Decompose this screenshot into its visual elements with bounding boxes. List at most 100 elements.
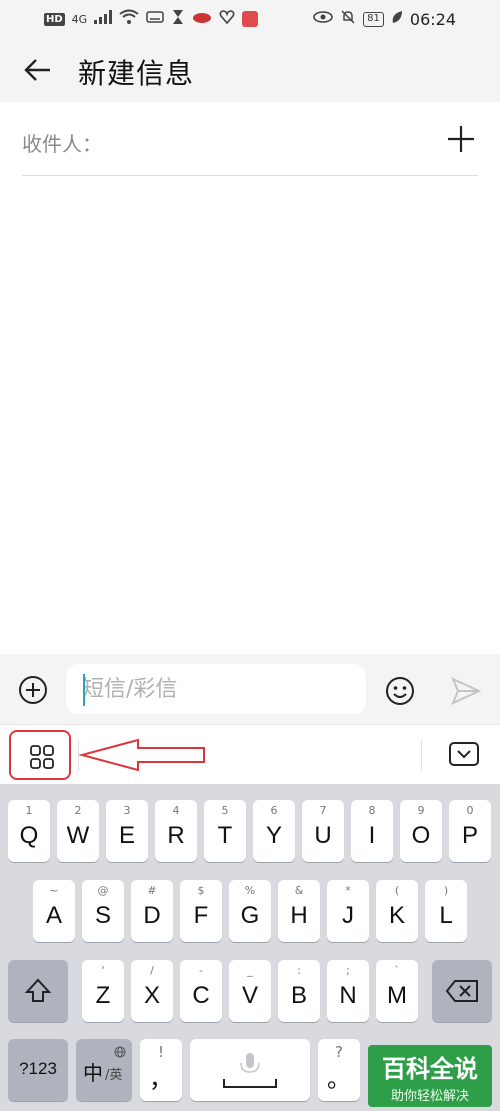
key-label: S: [94, 902, 111, 929]
leaf-icon: [391, 10, 403, 28]
key-p[interactable]: 0P: [449, 800, 491, 862]
key-label: W: [66, 822, 90, 849]
add-attachment-icon[interactable]: [17, 674, 49, 706]
key-e[interactable]: 3E: [106, 800, 148, 862]
microphone-icon: [223, 1053, 277, 1088]
key-r[interactable]: 4R: [155, 800, 197, 862]
period-key[interactable]: ? 。: [318, 1039, 360, 1101]
key-i[interactable]: 8I: [351, 800, 393, 862]
key-label: F: [193, 902, 209, 929]
key-b[interactable]: :B: [278, 960, 320, 1022]
key-label: B: [290, 982, 307, 1009]
add-recipient-icon[interactable]: [444, 122, 478, 156]
compose-bar: [0, 654, 500, 724]
shift-icon: [24, 978, 52, 1002]
key-v[interactable]: _ V: [229, 960, 271, 1022]
signal-icon: [94, 10, 113, 28]
key-u[interactable]: 7U: [302, 800, 344, 862]
network-type: 4G: [71, 12, 88, 26]
shift-key[interactable]: [8, 960, 68, 1022]
comma-key[interactable]: ! ，: [140, 1039, 182, 1101]
eye-icon: [313, 10, 333, 28]
key-h[interactable]: & H: [278, 880, 320, 942]
red-app-icon: [242, 11, 259, 27]
toolbar-separator: [421, 739, 422, 771]
key-hint: 0: [466, 804, 474, 817]
hide-keyboard-icon[interactable]: [448, 741, 480, 767]
red-arrow-annotation: [78, 738, 205, 772]
key-label: J: [342, 902, 354, 929]
key-label: K: [388, 902, 405, 929]
key-hint: ): [443, 884, 449, 897]
key-hint: 8: [368, 804, 376, 817]
key-hint: ;: [346, 964, 350, 977]
key-hint: 1: [25, 804, 33, 817]
key-n[interactable]: ; N: [327, 960, 369, 1022]
backspace-key[interactable]: [432, 960, 492, 1022]
key-l[interactable]: ) L: [425, 880, 467, 942]
key-q[interactable]: 1Q: [8, 800, 50, 862]
message-input[interactable]: [66, 664, 366, 714]
key-d[interactable]: # D: [131, 880, 173, 942]
key-label: H: [290, 902, 308, 929]
key-hint: &: [294, 884, 304, 897]
key-k[interactable]: (K: [376, 880, 418, 942]
app-notification-icon: [192, 10, 212, 28]
watermark-subtitle: 助你轻松解决: [390, 1089, 469, 1104]
key-m[interactable]: ` M: [376, 960, 418, 1022]
lang-sub-label: /英: [105, 1068, 123, 1083]
key-f[interactable]: $ F: [180, 880, 222, 942]
key-hint: ': [101, 964, 105, 977]
keyboard-menu-button[interactable]: [9, 730, 71, 780]
key-y[interactable]: 6Y: [253, 800, 295, 862]
lang-main-label: 中: [83, 1061, 103, 1085]
status-bar: HD 4G 81 06:24: [0, 0, 500, 38]
key-label: Q: [19, 822, 39, 849]
key-label: G: [240, 902, 260, 929]
globe-icon: [114, 1043, 126, 1062]
key-hint: 3: [123, 804, 131, 817]
text-caret: [83, 674, 85, 706]
key-label: M: [387, 982, 407, 1009]
key-t[interactable]: 5T: [204, 800, 246, 862]
emoji-icon[interactable]: [384, 675, 416, 707]
key-label: E: [118, 822, 135, 849]
symbols-key-label: ?123: [19, 1059, 57, 1078]
key-label: R: [167, 822, 185, 849]
key-s[interactable]: @ S: [82, 880, 124, 942]
key-hint: $: [197, 884, 205, 897]
key-hint: @: [97, 884, 109, 897]
key-w[interactable]: 2W: [57, 800, 99, 862]
send-icon[interactable]: [450, 676, 482, 706]
key-z[interactable]: ' Z: [82, 960, 124, 1022]
watermark-badge: 百科全说 助你轻松解决: [368, 1045, 492, 1107]
key-c[interactable]: -C: [180, 960, 222, 1022]
wifi-icon: [119, 9, 139, 29]
keyboard-toolbar: [0, 724, 500, 784]
comma-key-char: ，: [149, 1066, 173, 1093]
page-title: 新建信息: [78, 57, 195, 90]
key-j[interactable]: * J: [327, 880, 369, 942]
key-label: P: [461, 822, 478, 849]
key-hint: (: [394, 884, 400, 897]
key-hint: 4: [172, 804, 180, 817]
symbols-key[interactable]: ?123: [8, 1039, 68, 1101]
language-switch-key[interactable]: 中 /英: [76, 1039, 132, 1101]
hourglass-icon: [171, 9, 185, 29]
recipient-label[interactable]: 收件人：: [22, 128, 102, 157]
key-hint: %: [244, 884, 256, 897]
space-key[interactable]: [190, 1039, 310, 1101]
back-arrow-icon[interactable]: [22, 54, 54, 86]
key-label: C: [192, 982, 210, 1009]
key-g[interactable]: % G: [229, 880, 271, 942]
key-x[interactable]: / X: [131, 960, 173, 1022]
key-o[interactable]: 9O: [400, 800, 442, 862]
status-left: HD 4G: [44, 9, 259, 29]
key-label: T: [217, 822, 233, 849]
key-label: V: [241, 982, 258, 1009]
key-a[interactable]: ~ A: [33, 880, 75, 942]
key-hint: `: [394, 964, 400, 977]
key-hint: :: [297, 964, 301, 977]
message-body-area: 收件人：: [0, 102, 500, 654]
key-hint: -: [199, 964, 203, 977]
